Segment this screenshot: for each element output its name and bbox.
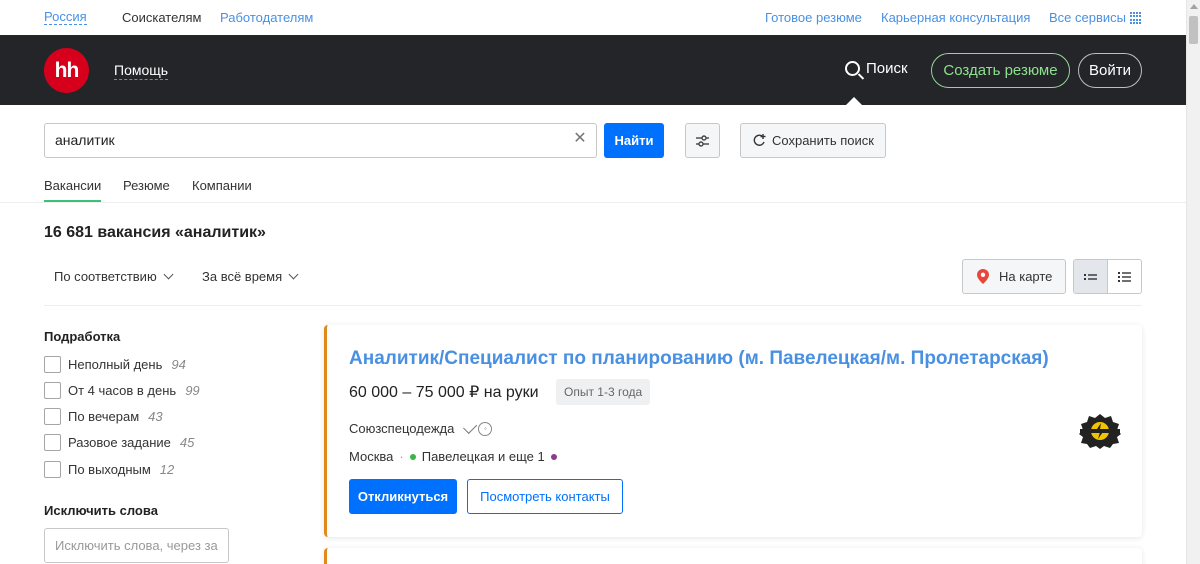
metro-line-icon [550, 453, 557, 460]
company-name-link[interactable]: Союзспецодежда [349, 421, 454, 436]
view-toggle [1073, 259, 1142, 294]
filter-option-count: 12 [159, 461, 175, 477]
company-logo[interactable] [1079, 413, 1121, 449]
view-contacts-button[interactable]: Посмотреть контакты [467, 479, 623, 514]
top-bar: Россия Соискателям Работодателям Готовое… [0, 0, 1186, 35]
checkbox[interactable] [44, 460, 61, 478]
filter-option[interactable]: Неполный день 94 [44, 355, 186, 373]
verified-check-icon [463, 419, 478, 434]
active-caret-icon [846, 97, 862, 105]
vacancy-card: Аналитик/Специалист по планированию (м. … [324, 325, 1142, 537]
vacancy-card [324, 548, 1142, 564]
search-nav-label: Поиск [866, 60, 908, 77]
save-search-icon [753, 134, 766, 146]
city-label: Москва [349, 449, 394, 464]
sort-relevance-dropdown[interactable]: По соответствию [54, 269, 174, 284]
search-field[interactable]: ✕ [44, 123, 597, 158]
compact-view-button[interactable] [1074, 260, 1108, 293]
grid-icon[interactable] [1130, 12, 1142, 24]
chevron-down-icon [163, 269, 174, 280]
divider [44, 305, 1142, 306]
filter-option-count: 43 [148, 408, 163, 424]
checkbox[interactable] [44, 381, 61, 399]
help-link[interactable]: Помощь [114, 62, 169, 80]
scrollbar[interactable] [1186, 0, 1200, 564]
full-view-button[interactable] [1108, 260, 1142, 293]
filter-option[interactable]: От 4 часов в день 99 [44, 381, 200, 399]
filter-option[interactable]: Разовое задание 45 [44, 433, 194, 451]
clear-icon[interactable]: ✕ [573, 131, 587, 147]
exclude-words-title: Исключить слова [44, 503, 158, 518]
employers-link[interactable]: Работодателям [220, 10, 313, 25]
checkbox[interactable] [44, 433, 61, 451]
filter-option-count: 94 [171, 356, 186, 372]
compact-list-icon [1084, 274, 1097, 280]
advanced-search-button[interactable] [685, 123, 720, 158]
map-button-label: На карте [999, 269, 1053, 284]
respond-button[interactable]: Откликнуться [349, 479, 457, 514]
map-pin-icon [977, 269, 989, 284]
vacancy-title-link[interactable]: Аналитик/Специалист по планированию (м. … [349, 348, 1049, 370]
filter-option-count: 99 [185, 382, 200, 398]
filter-option-label: От 4 часов в день [68, 382, 177, 398]
filter-option[interactable]: По вечерам 43 [44, 407, 163, 425]
filter-option-label: По вечерам [68, 408, 140, 424]
main-header: hh Помощь Поиск Создать резюме Войти [0, 35, 1186, 105]
tab-companies[interactable]: Компании [192, 178, 252, 193]
map-button[interactable]: На карте [962, 259, 1066, 294]
scroll-up-arrow-icon[interactable] [1190, 4, 1198, 9]
filter-option-label: По выходным [68, 461, 151, 477]
vacancy-location: Москва · Павелецкая и еще 1 [349, 449, 557, 464]
search-input[interactable] [55, 132, 555, 148]
part-time-filter-title: Подработка [44, 329, 121, 344]
save-search-button[interactable]: Сохранить поиск [740, 123, 886, 158]
filter-option-label: Разовое задание [68, 434, 171, 450]
sort-relevance-label: По соответствию [54, 269, 157, 284]
login-button[interactable]: Войти [1078, 53, 1142, 88]
sort-period-dropdown[interactable]: За всё время [202, 269, 299, 284]
checkbox[interactable] [44, 355, 61, 373]
rating-medal-icon: ◦ [478, 421, 493, 436]
search-nav-link[interactable]: Поиск [845, 60, 908, 77]
sliders-icon [696, 135, 709, 147]
find-button[interactable]: Найти [604, 123, 664, 158]
region-link[interactable]: Россия [44, 10, 87, 25]
filter-option-label: Неполный день [68, 356, 163, 372]
exclude-words-input[interactable]: Исключить слова, через за [44, 528, 229, 563]
metro-label: Павелецкая и еще 1 [421, 449, 545, 464]
all-services-link[interactable]: Все сервисы [1049, 10, 1126, 25]
tab-resumes[interactable]: Резюме [123, 178, 170, 193]
list-icon [1117, 272, 1131, 282]
vacancy-salary: 60 000 – 75 000 ₽ на руки [349, 384, 539, 401]
filter-option-count: 45 [179, 434, 195, 450]
search-icon [845, 61, 860, 76]
chevron-down-icon [288, 269, 299, 280]
results-title: 16 681 вакансия «аналитик» [44, 224, 266, 241]
scroll-thumb[interactable] [1189, 16, 1198, 44]
tab-vacancies[interactable]: Вакансии [44, 178, 101, 193]
sort-period-label: За всё время [202, 269, 283, 284]
separator-dot: · [399, 449, 404, 464]
divider [0, 202, 1186, 203]
seekers-link[interactable]: Соискателям [122, 10, 201, 25]
vacancy-company: Союзспецодежда ◦ [349, 419, 493, 436]
experience-badge: Опыт 1-3 года [556, 379, 651, 405]
filter-option[interactable]: По выходным 12 [44, 460, 174, 478]
save-search-label: Сохранить поиск [772, 133, 874, 148]
hh-logo[interactable]: hh [44, 48, 89, 93]
career-consult-link[interactable]: Карьерная консультация [881, 10, 1030, 25]
metro-line-icon [409, 453, 416, 460]
checkbox[interactable] [44, 407, 61, 425]
ready-resume-link[interactable]: Готовое резюме [765, 10, 862, 25]
create-resume-button[interactable]: Создать резюме [931, 53, 1070, 88]
